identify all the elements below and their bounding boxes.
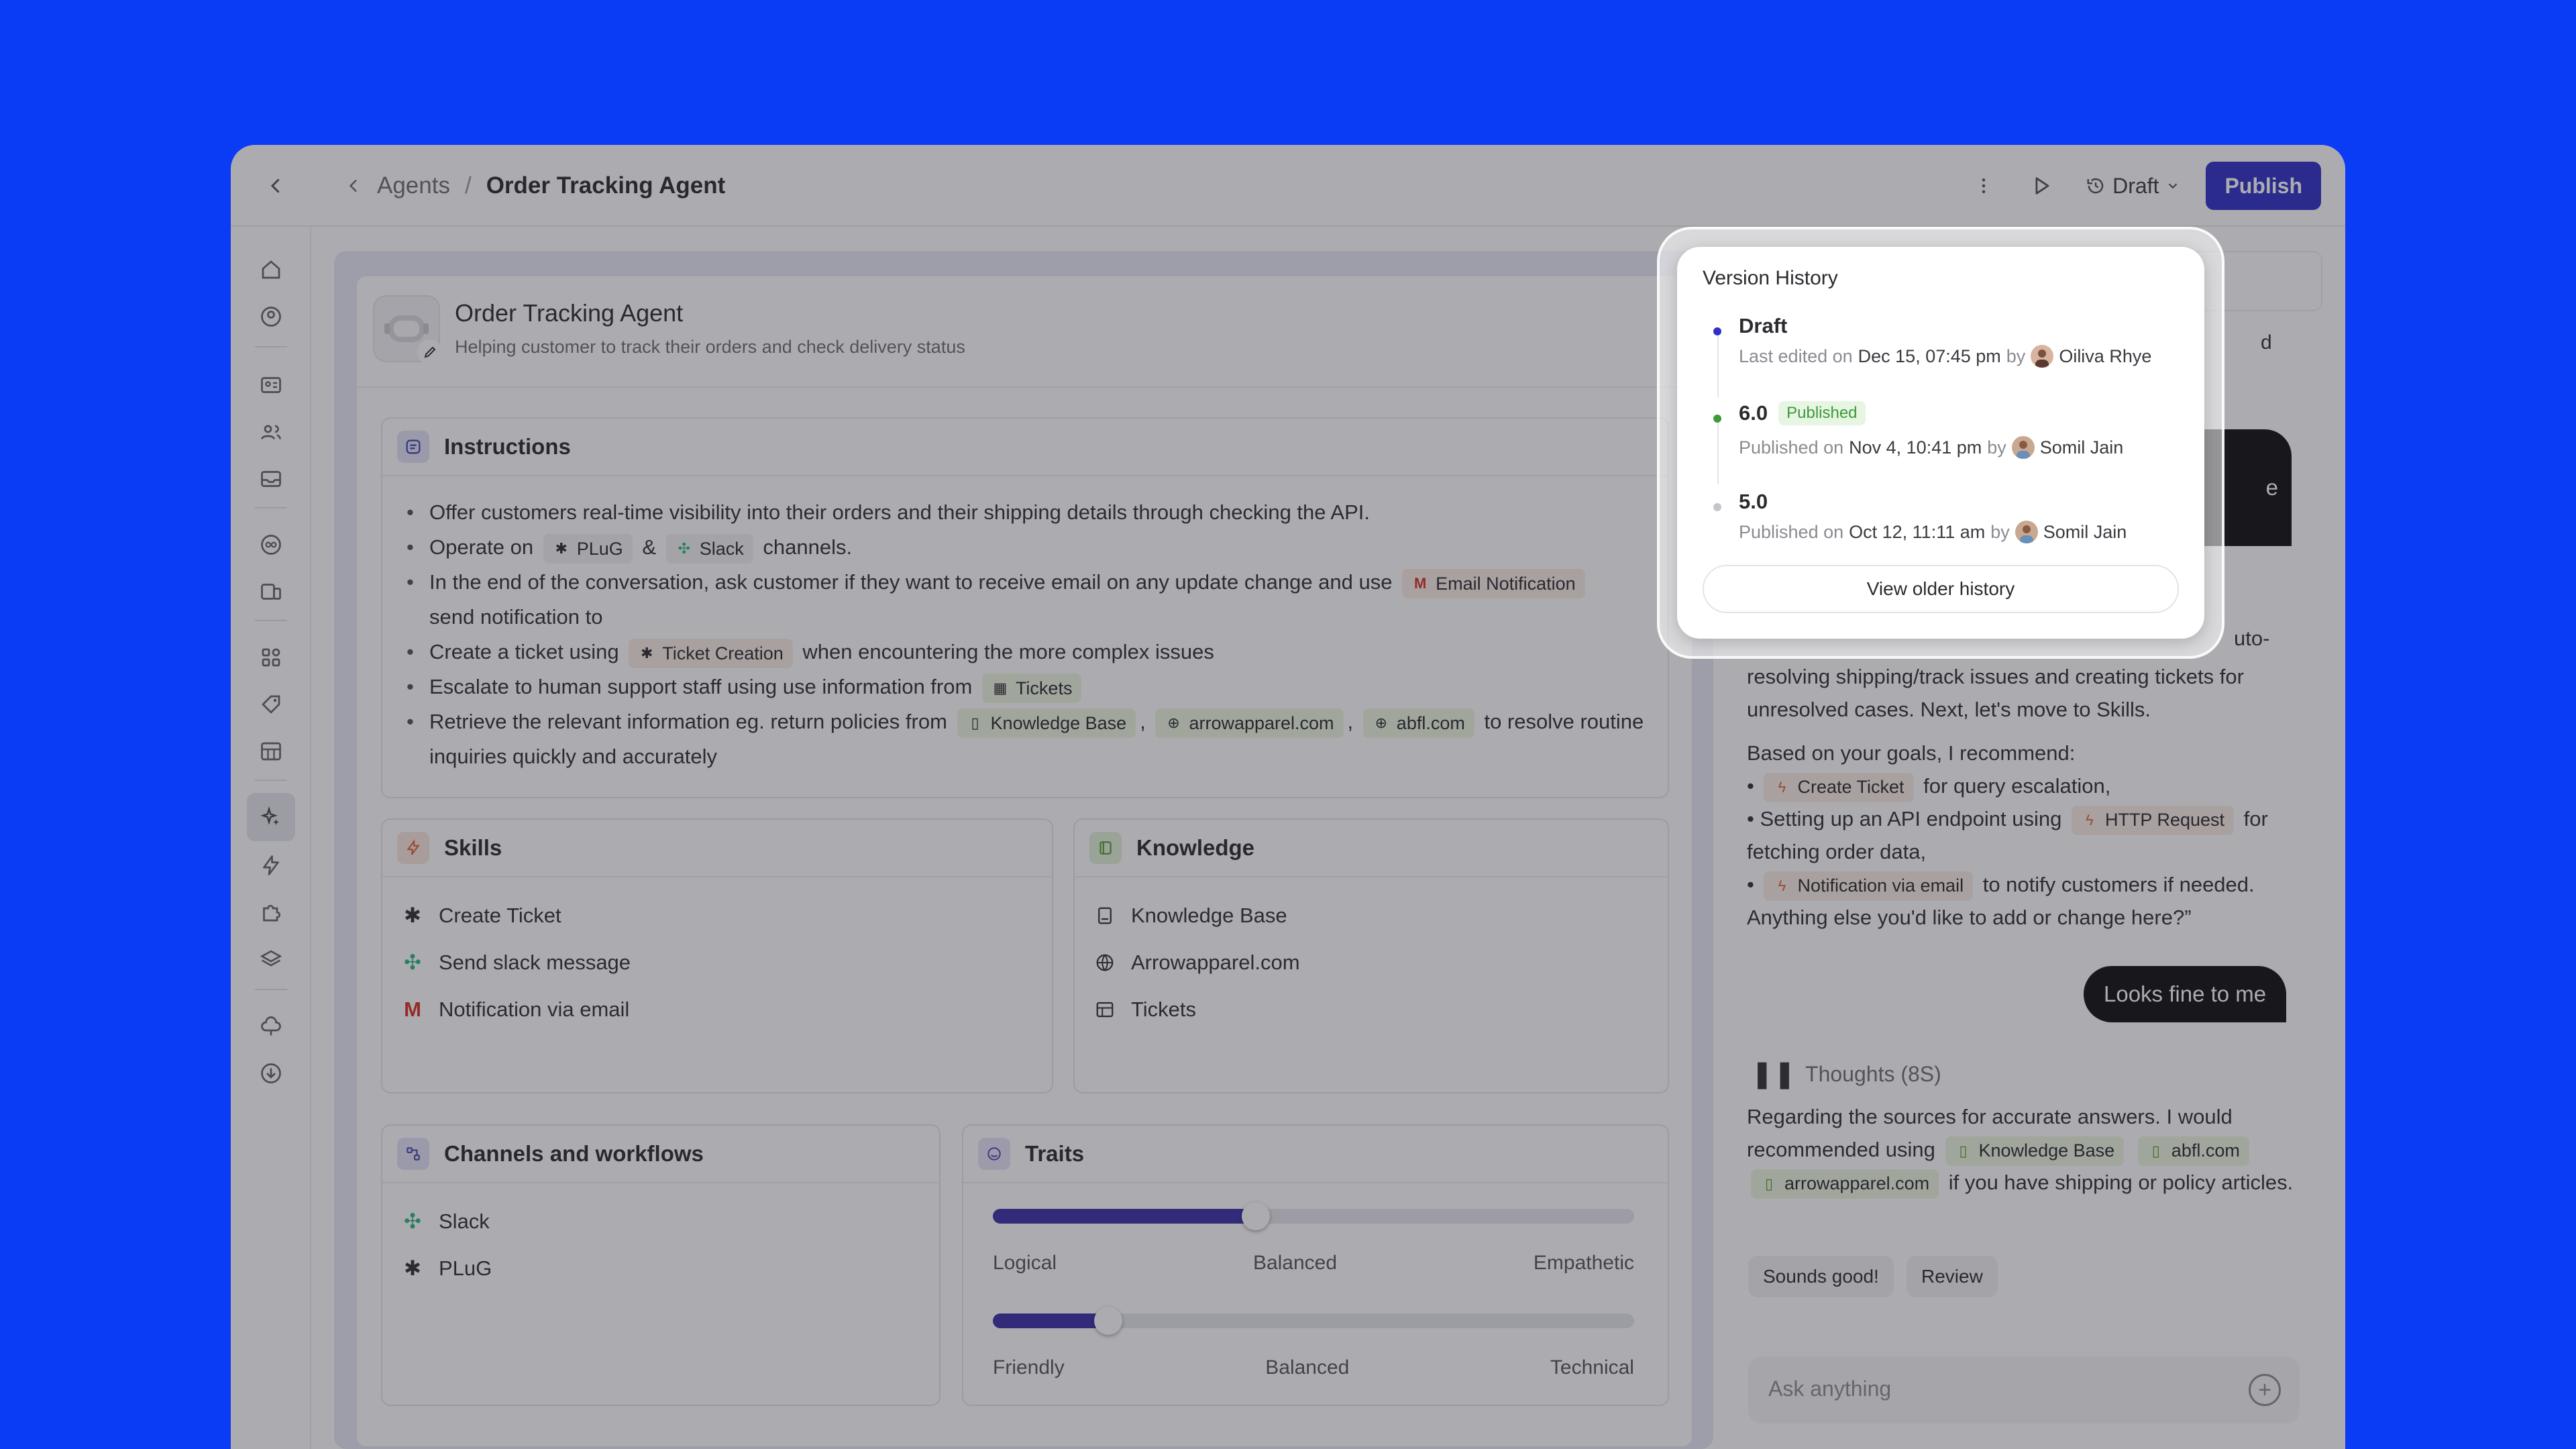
version-user: Somil Jain <box>2043 521 2127 542</box>
avatar <box>2011 436 2035 459</box>
meta-by: by <box>1990 521 2010 542</box>
published-badge: Published <box>1778 401 1866 425</box>
timeline-line <box>1717 330 1719 397</box>
status-dot <box>1713 503 1721 511</box>
version-history-popover: Version History Draft Last edited on Dec… <box>1677 247 2204 639</box>
timeline-line <box>1717 417 1719 484</box>
avatar <box>2031 345 2054 368</box>
version-meta: Published on Nov 4, 10:41 pm by Somil Ja… <box>1739 436 2123 459</box>
version-label: 5.0 <box>1739 490 1768 513</box>
meta-prefix: Published on <box>1739 437 1844 458</box>
avatar <box>2015 521 2038 543</box>
status-dot <box>1713 327 1721 335</box>
version-meta: Published on Oct 12, 11:11 am by Somil J… <box>1739 521 2127 543</box>
version-date: Nov 4, 10:41 pm <box>1849 437 1982 458</box>
version-label: Draft <box>1739 314 1788 337</box>
meta-prefix: Last edited on <box>1739 345 1853 366</box>
version-name: 5.0 <box>1739 490 1768 514</box>
meta-prefix: Published on <box>1739 521 1844 542</box>
version-date: Dec 15, 07:45 pm <box>1858 345 2001 366</box>
meta-by: by <box>1987 437 2006 458</box>
version-name: Draft <box>1739 314 1787 338</box>
version-user: Oiliva Rhye <box>2059 345 2152 366</box>
version-name: 6.0 Published <box>1739 401 1866 425</box>
version-label: 6.0 <box>1739 401 1768 425</box>
status-dot <box>1713 415 1721 423</box>
version-meta: Last edited on Dec 15, 07:45 pm by Oiliv… <box>1739 345 2151 368</box>
version-history-title: Version History <box>1703 267 1838 289</box>
view-older-history-button[interactable]: View older history <box>1703 565 2179 613</box>
meta-by: by <box>2006 345 2026 366</box>
version-user: Somil Jain <box>2039 437 2124 458</box>
version-date: Oct 12, 11:11 am <box>1849 521 1986 542</box>
